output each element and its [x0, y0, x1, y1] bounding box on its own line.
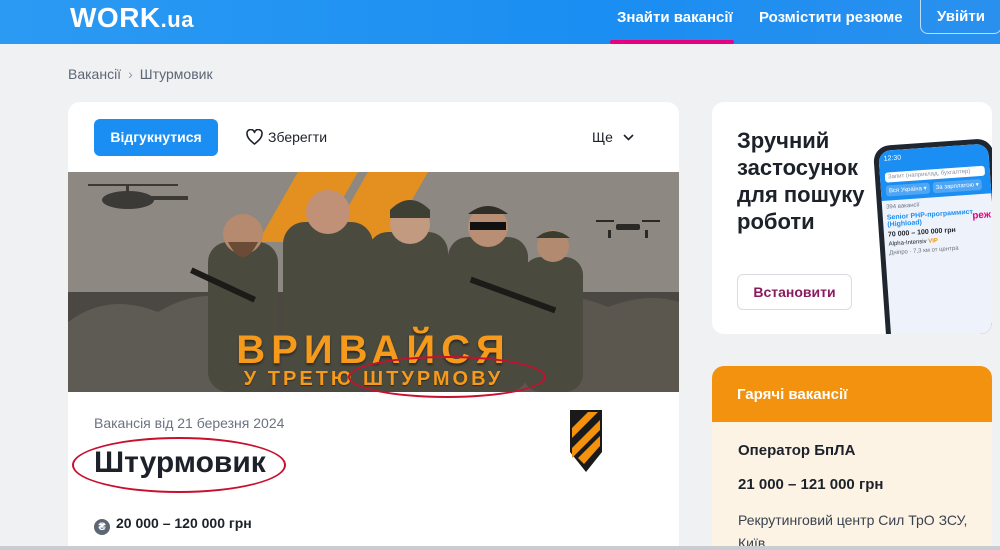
- hot-job-salary: 21 000 – 121 000 грн: [738, 476, 884, 493]
- recruitment-banner: ВРИВАЙСЯ У ТРЕТЮ ШТУРМОВУ: [68, 172, 679, 392]
- save-label: Зберегти: [268, 129, 328, 145]
- phone-filter-region: Вся Україна ▾: [885, 182, 931, 197]
- phone-vip-badge: VIP: [928, 238, 939, 245]
- hot-jobs-card: Гарячі вакансії Оператор БпЛА 21 000 – 1…: [712, 366, 992, 550]
- highlight-oval-banner: [348, 356, 546, 398]
- save-button[interactable]: Зберегти: [246, 128, 327, 146]
- heart-icon: [246, 128, 263, 145]
- chevron-down-icon: [623, 134, 634, 141]
- phone-company-name: Alpha-Intensiv: [888, 238, 927, 248]
- more-dropdown[interactable]: Ще: [592, 128, 634, 146]
- nav-find-jobs[interactable]: Знайти вакансії: [617, 9, 733, 27]
- salary: ₴ 20 000 – 120 000 грн: [94, 514, 252, 535]
- hot-jobs-heading: Гарячі вакансії: [712, 366, 992, 422]
- apply-button[interactable]: Відгукнутися: [94, 119, 218, 156]
- breadcrumb: Вакансії › Штурмовик: [68, 66, 213, 82]
- breadcrumb-jobs-link[interactable]: Вакансії: [68, 66, 121, 82]
- nav-active-indicator: [610, 40, 734, 44]
- posted-date: Вакансія від 21 березня 2024: [94, 415, 285, 431]
- horizontal-scrollbar[interactable]: [0, 546, 1000, 550]
- phone-filter-salary: За зарплатою ▾: [932, 178, 983, 194]
- logo-text: WORK: [70, 2, 161, 33]
- hot-job-title[interactable]: Оператор БпЛА: [738, 442, 855, 460]
- login-button[interactable]: Увійти: [920, 0, 1000, 34]
- breadcrumb-current: Штурмовик: [139, 66, 213, 82]
- phone-header: 12:30 Запит (наприклад, бухгалтер) Вся У…: [878, 143, 992, 201]
- work-ua-logo[interactable]: WORK.ua: [70, 2, 194, 36]
- hot-job-company: Рекрутинговий центр Сил ТрО ЗСУ, Київ: [738, 512, 968, 550]
- install-app-button[interactable]: Встановити: [737, 274, 852, 310]
- top-navbar: WORK.ua Знайти вакансії Розмістити резюм…: [0, 0, 1000, 44]
- breadcrumb-separator: ›: [128, 66, 133, 82]
- app-promo-card: Зручний застосунок для пошуку роботи Вст…: [712, 102, 992, 334]
- highlight-oval-title: [72, 437, 286, 493]
- brigade-emblem-icon: [568, 408, 604, 479]
- salary-value: 20 000 – 120 000 грн: [116, 515, 252, 531]
- app-promo-title: Зручний застосунок для пошуку роботи: [737, 128, 865, 234]
- phone-brand-badge: реж: [971, 209, 992, 222]
- hryvnia-coin-icon: ₴: [94, 519, 110, 535]
- nav-post-resume[interactable]: Розмістити резюме: [759, 9, 903, 27]
- logo-suffix: .ua: [160, 7, 194, 32]
- more-label: Ще: [592, 129, 613, 145]
- phone-time: 12:30: [883, 154, 902, 163]
- phone-screen: 12:30 Запит (наприклад, бухгалтер) Вся У…: [878, 143, 992, 334]
- phone-mockup: 12:30 Запит (наприклад, бухгалтер) Вся У…: [872, 138, 992, 334]
